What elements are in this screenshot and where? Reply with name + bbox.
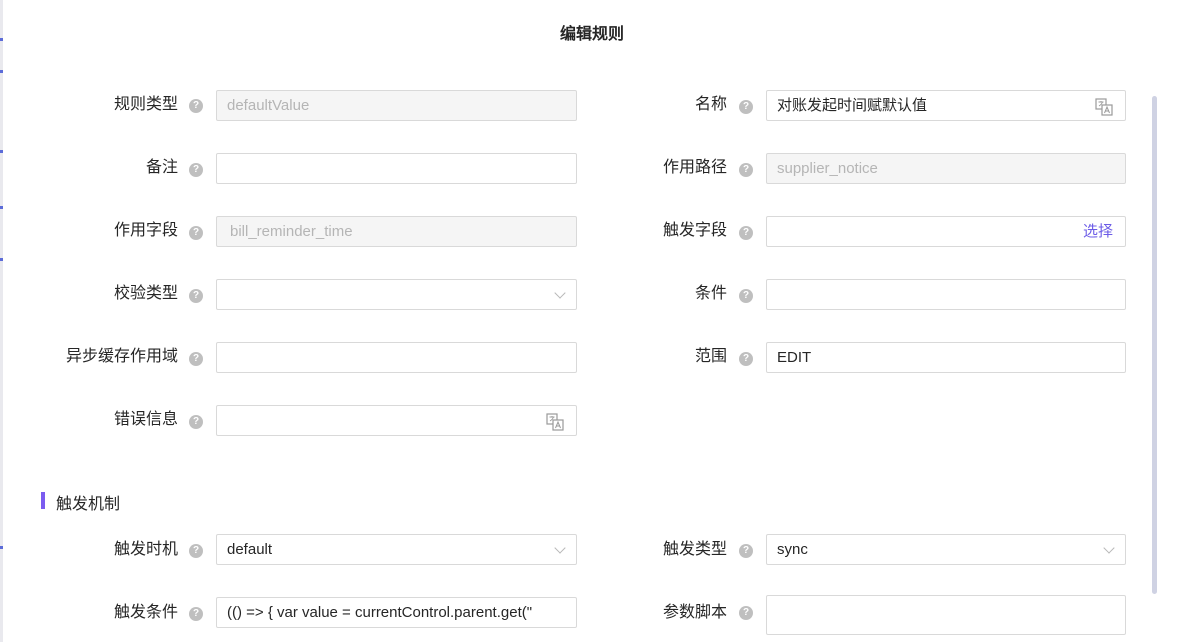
validate-type-select[interactable]	[216, 279, 577, 310]
chevron-down-icon	[1103, 542, 1115, 554]
help-icon[interactable]: ?	[739, 544, 753, 558]
section-accent-bar	[41, 492, 45, 509]
chevron-down-icon	[554, 287, 566, 299]
name-input[interactable]: 对账发起时间赋默认值	[766, 90, 1126, 121]
edge-mark	[0, 206, 3, 209]
remark-input[interactable]	[216, 153, 577, 184]
edge-mark	[0, 70, 3, 73]
trigger-condition-label: 触发条件	[113, 604, 178, 621]
edge-mark	[0, 258, 3, 261]
field-input[interactable]: bill_reminder_time	[216, 216, 577, 247]
dialog-title: 编辑规则	[559, 26, 624, 43]
validate-type-label: 校验类型	[113, 285, 178, 302]
help-icon[interactable]: ?	[189, 544, 203, 558]
help-icon[interactable]: ?	[739, 289, 753, 303]
scope-label: 范围	[694, 348, 727, 365]
help-icon[interactable]: ?	[189, 163, 203, 177]
window-edge	[0, 0, 3, 642]
trigger-type-value: sync	[777, 541, 808, 558]
trigger-condition-input[interactable]: (() => { var value = currentControl.pare…	[216, 597, 577, 628]
trigger-timing-select[interactable]: default	[216, 534, 577, 565]
path-input[interactable]: supplier_notice	[766, 153, 1126, 184]
scrollbar[interactable]	[1152, 96, 1157, 594]
name-label: 名称	[694, 96, 727, 113]
async-cache-scope-input[interactable]	[216, 342, 577, 373]
help-icon[interactable]: ?	[189, 289, 203, 303]
name-value: 对账发起时间赋默认值	[777, 97, 928, 114]
help-icon[interactable]: ?	[739, 606, 753, 620]
trigger-type-select[interactable]: sync	[766, 534, 1126, 565]
help-icon[interactable]: ?	[739, 100, 753, 114]
remark-label: 备注	[145, 159, 178, 176]
help-icon[interactable]: ?	[189, 607, 203, 621]
trigger-type-label: 触发类型	[662, 541, 727, 558]
async-cache-scope-label: 异步缓存作用域	[65, 348, 178, 365]
scope-input[interactable]: EDIT	[766, 342, 1126, 373]
translate-icon[interactable]	[546, 413, 564, 431]
help-icon[interactable]: ?	[739, 226, 753, 240]
rule-type-input[interactable]: defaultValue	[216, 90, 577, 121]
error-message-label: 错误信息	[113, 411, 178, 428]
section-title: 触发机制	[56, 496, 121, 513]
help-icon[interactable]: ?	[739, 352, 753, 366]
edge-mark	[0, 150, 3, 153]
param-script-label: 参数脚本	[662, 604, 727, 621]
trigger-field-label: 触发字段	[662, 222, 727, 239]
condition-input[interactable]	[766, 279, 1126, 310]
trigger-timing-value: default	[227, 541, 273, 558]
chevron-down-icon	[554, 542, 566, 554]
trigger-field-input[interactable]: 选择	[766, 216, 1126, 247]
select-link[interactable]: 选择	[1083, 217, 1113, 246]
help-icon[interactable]: ?	[739, 163, 753, 177]
trigger-timing-label: 触发时机	[113, 541, 178, 558]
path-label: 作用路径	[662, 159, 727, 176]
rule-type-label: 规则类型	[113, 96, 178, 113]
help-icon[interactable]: ?	[189, 415, 203, 429]
field-label: 作用字段	[113, 222, 178, 239]
translate-icon[interactable]	[1095, 98, 1113, 116]
help-icon[interactable]: ?	[189, 352, 203, 366]
param-script-textarea[interactable]	[766, 595, 1126, 635]
help-icon[interactable]: ?	[189, 226, 203, 240]
error-message-input[interactable]	[216, 405, 577, 436]
edge-mark	[0, 546, 3, 549]
help-icon[interactable]: ?	[189, 99, 203, 113]
condition-label: 条件	[694, 285, 727, 302]
